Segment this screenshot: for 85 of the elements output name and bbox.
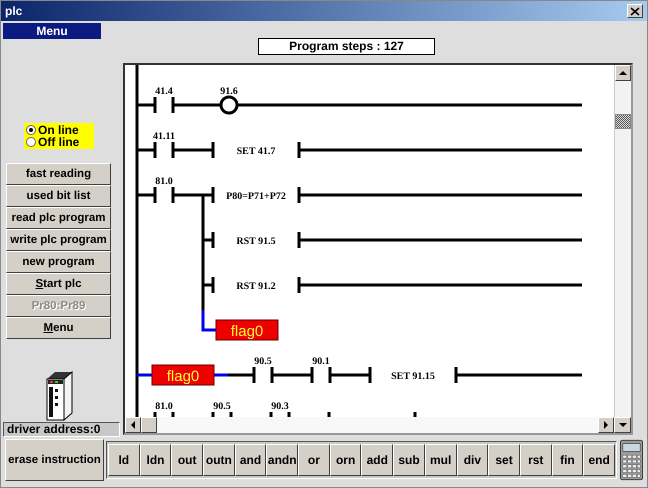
wire: [137, 374, 152, 376]
radio-button[interactable]: [26, 125, 36, 135]
program-steps: Program steps : 127: [258, 38, 435, 55]
contact-symbol: [212, 412, 232, 417]
instruction-button[interactable]: out: [171, 444, 204, 476]
side-button[interactable]: write plc program: [6, 229, 111, 251]
coil-label: 91.6: [220, 86, 238, 97]
instruction-button[interactable]: and: [234, 444, 266, 476]
close-button[interactable]: [627, 4, 643, 18]
contact-symbol: [270, 412, 290, 417]
side-button[interactable]: Menu: [6, 317, 111, 339]
horizontal-scrollbar[interactable]: [125, 417, 614, 433]
instruction-button[interactable]: set: [488, 444, 520, 476]
instruction-text: SET 91.15: [391, 371, 435, 382]
instruction-button[interactable]: mul: [424, 444, 457, 476]
bracket-bar: [212, 277, 214, 293]
contact-symbol: [154, 97, 174, 113]
driver-address: driver address:0: [3, 422, 120, 437]
scroll-down-button[interactable]: [614, 417, 631, 433]
contact-label: 81.0: [155, 176, 173, 187]
contact-symbol: [252, 367, 274, 383]
bracket-bar: [212, 232, 214, 248]
bracket-bar: [414, 412, 416, 417]
bracket-bar: [328, 412, 330, 417]
erase-instruction-button[interactable]: erase instruction: [5, 439, 104, 481]
scroll-right-button[interactable]: [598, 417, 614, 433]
instruction-button[interactable]: add: [361, 444, 394, 476]
radio-label[interactable]: Off line: [38, 136, 80, 148]
instruction-button[interactable]: outn: [203, 444, 235, 476]
bracket-bar: [454, 367, 458, 383]
coil-symbol: [220, 96, 238, 114]
contact-symbol: [310, 367, 332, 383]
scroll-thumb[interactable]: [615, 114, 631, 129]
side-button[interactable]: read plc program: [6, 207, 111, 229]
contact-label: 41.4: [155, 86, 173, 97]
side-button[interactable]: new program: [6, 251, 111, 273]
contact-symbol: [154, 142, 174, 158]
bracket-bar: [212, 142, 214, 158]
window-title: plc: [5, 4, 24, 18]
wire: [173, 148, 213, 152]
instruction-text: P80=P71+P72: [226, 191, 286, 202]
bracket-bar: [212, 187, 214, 203]
instruction-button[interactable]: ldn: [140, 444, 172, 476]
contact-label: 41.11: [153, 131, 175, 142]
instruction-button[interactable]: orn: [330, 444, 362, 476]
bracket-bar: [298, 277, 300, 293]
instruction-button[interactable]: sub: [393, 444, 425, 476]
radio-button[interactable]: [26, 137, 36, 147]
scroll-left-button[interactable]: [125, 417, 141, 433]
bracket-bar: [298, 232, 300, 248]
contact-symbol: [154, 187, 174, 203]
side-button[interactable]: used bit list: [6, 185, 111, 207]
flag-label: flag0: [152, 364, 214, 386]
flag-label: flag0: [216, 320, 278, 340]
instruction-text: RST 91.5: [236, 236, 276, 247]
wire: [272, 374, 312, 376]
contact-label: 90.3: [271, 401, 289, 412]
wire: [137, 148, 155, 152]
instruction-text: RST 91.2: [236, 281, 276, 292]
calculator-icon[interactable]: [620, 439, 643, 481]
contact-label: 90.1: [312, 356, 330, 367]
wire: [137, 194, 155, 196]
contact-label: 90.5: [213, 401, 231, 412]
vertical-scrollbar[interactable]: [614, 65, 631, 417]
scroll-up-button[interactable]: [615, 65, 631, 81]
instruction-button[interactable]: ld: [108, 444, 140, 476]
bracket-bar: [298, 142, 300, 158]
instruction-button[interactable]: end: [583, 444, 615, 476]
wire: [137, 104, 155, 106]
contact-symbol: [154, 412, 174, 417]
bracket-bar: [298, 187, 300, 203]
side-button[interactable]: Start plc: [6, 273, 111, 295]
side-button[interactable]: fast reading: [6, 163, 111, 185]
instruction-button[interactable]: andn: [266, 444, 298, 476]
radio-label[interactable]: On line: [38, 124, 79, 136]
instruction-text: SET 41.7: [236, 146, 276, 157]
bracket-bar: [368, 367, 372, 383]
wire: [330, 374, 370, 376]
contact-label: 81.0: [155, 401, 173, 412]
instruction-button[interactable]: rst: [520, 444, 552, 476]
instruction-button[interactable]: or: [298, 444, 330, 476]
instruction-button[interactable]: div: [456, 444, 488, 476]
menu-header: Menu: [3, 23, 101, 39]
instruction-button[interactable]: fin: [552, 444, 584, 476]
contact-label: 90.5: [254, 356, 272, 367]
